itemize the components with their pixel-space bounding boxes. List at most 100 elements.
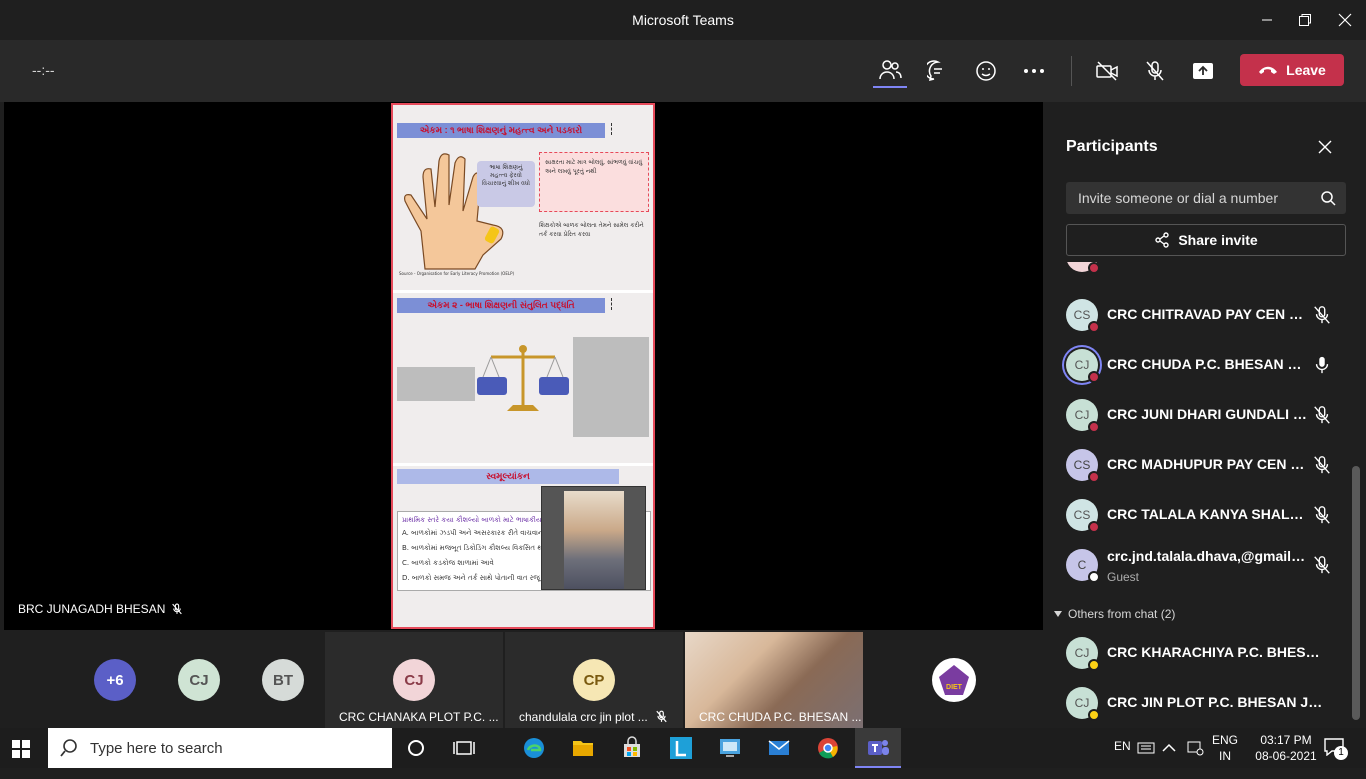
participant-row[interactable]: C crc.jnd.talala.dhava,@gmail.c... Guest	[1046, 540, 1356, 590]
maximize-button[interactable]	[1291, 8, 1319, 32]
teams-icon	[868, 740, 889, 755]
participant-name: CRC TALALA KANYA SHALA T...	[1107, 506, 1307, 522]
reactions-button[interactable]	[969, 54, 1003, 88]
slide-body-text: શિક્ષકોએ બાળક બોલતા તેમને સામેલ કરીને તર…	[539, 222, 644, 238]
mic-off-icon	[1314, 506, 1330, 524]
status-dot	[1088, 321, 1100, 333]
store-icon[interactable]	[620, 736, 644, 760]
meet-now-icon[interactable]	[1186, 739, 1204, 757]
avatar-initials: CS	[1073, 308, 1091, 322]
avatar-initials: CS	[1073, 458, 1091, 472]
mic-off-icon	[1314, 306, 1330, 324]
avatar: CJ	[1066, 687, 1100, 721]
shared-content-stage: એકમ : ૧ ભાષા શિક્ષણનું મહત્ત્વ અને પડકાર…	[4, 102, 1043, 630]
task-view-icon[interactable]	[452, 736, 476, 760]
overflow-participants-button[interactable]: +6	[94, 659, 136, 701]
teams-taskbar-button[interactable]	[855, 728, 901, 768]
participant-row[interactable]: CJ CRC JUNI DHARI GUNDALI P...	[1046, 390, 1356, 440]
mic-toggle-button[interactable]	[1138, 54, 1172, 88]
gallery-tile[interactable]: CJ CRC CHANAKA PLOT P.C. ...	[325, 632, 503, 728]
close-panel-button[interactable]	[1318, 140, 1340, 162]
toolbar-divider	[1071, 56, 1072, 86]
section1-title: એકમ : ૧ ભાષા શિક્ષણનું મહત્ત્વ અને પડકાર…	[397, 123, 605, 138]
raise-hand-icon	[976, 61, 996, 81]
start-button[interactable]	[12, 740, 30, 758]
diet-logo: DIET	[932, 658, 976, 702]
participant-row[interactable]: CJ CRC JIN PLOT P.C. BHESAN JUNA...	[1046, 678, 1356, 728]
invite-field[interactable]	[1066, 182, 1346, 214]
edge-icon[interactable]	[522, 736, 546, 760]
tile-name: chandulala crc jin plot ...	[519, 710, 648, 724]
participant-name: CRC MADHUPUR PAY CEN SH...	[1107, 456, 1307, 472]
search-icon	[1321, 191, 1336, 206]
slide-bubble: ભાષા શિક્ષણનું મહત્ત્વ ફેરવો વિચારવાનું …	[477, 161, 535, 207]
keyboard-icon[interactable]	[1137, 739, 1155, 757]
close-window-button[interactable]	[1331, 8, 1359, 32]
mic-off-icon	[656, 710, 667, 723]
invite-input[interactable]	[1066, 182, 1316, 214]
participant-name: CRC JUNI DHARI GUNDALI P...	[1107, 406, 1307, 422]
participants-panel: Participants Share invite CS CRC CHITRAV…	[1046, 102, 1366, 728]
camera-toggle-button[interactable]	[1090, 54, 1124, 88]
avatar: CJ	[1066, 349, 1100, 383]
gallery-avatar[interactable]: BT	[262, 659, 304, 701]
remote-desktop-icon[interactable]	[718, 736, 742, 760]
mic-off-icon	[1146, 61, 1164, 81]
presenter-video-pip	[541, 486, 646, 590]
chat-icon	[927, 60, 942, 82]
status-dot	[1088, 571, 1100, 583]
title-bar: Microsoft Teams	[0, 0, 1366, 40]
participant-row[interactable]: CS CRC MADHUPUR PAY CEN SH...	[1046, 440, 1356, 490]
minimize-button[interactable]	[1253, 8, 1281, 32]
avatar-initials: CJ	[1074, 696, 1090, 710]
shared-slide: એકમ : ૧ ભાષા શિક્ષણનું મહત્ત્વ અને પડકાર…	[391, 103, 655, 629]
lens-app-icon[interactable]	[669, 736, 693, 760]
chevron-down-icon	[1054, 611, 1062, 617]
participant-row[interactable]: CJ CRC KHARACHIYA P.C. BHESAN J...	[1046, 628, 1356, 678]
file-explorer-icon[interactable]	[571, 736, 595, 760]
status-dot	[1088, 371, 1100, 383]
tile-name: CRC CHANAKA PLOT P.C. ...	[339, 710, 499, 724]
meeting-timer: --:--	[32, 62, 55, 78]
participant-row[interactable]: CJ CRC CHUDA P.C. BHESAN JU...	[1046, 340, 1356, 390]
clock-time: 03:17 PM	[1260, 733, 1312, 747]
avatar: CS	[1066, 449, 1100, 483]
share-invite-button[interactable]: Share invite	[1066, 224, 1346, 256]
leave-button[interactable]: Leave	[1240, 54, 1344, 86]
participant-row[interactable]: CS CRC CHITRAVAD PAY CEN SH...	[1046, 290, 1356, 340]
chat-button[interactable]	[921, 54, 955, 88]
share-invite-label: Share invite	[1178, 232, 1258, 248]
cortana-icon[interactable]	[404, 736, 428, 760]
mail-icon[interactable]	[767, 736, 791, 760]
participant-name: CRC CHUDA P.C. BHESAN JU...	[1107, 356, 1307, 372]
share-screen-button[interactable]	[1186, 54, 1220, 88]
slide-quote-text: સાક્ષરતા માટે માત્ર બોલવું, સાંભળવું વાં…	[545, 159, 643, 175]
avatar-initials: CJ	[1074, 408, 1090, 422]
mic-off-icon	[1314, 456, 1330, 474]
participant-name: crc.jnd.talala.dhava,@gmail.c...	[1107, 548, 1307, 564]
leave-label: Leave	[1286, 62, 1326, 78]
language-indicator[interactable]: EN	[1114, 739, 1131, 779]
more-actions-button[interactable]	[1017, 54, 1051, 88]
gallery-tile[interactable]: CP chandulala crc jin plot ...	[505, 632, 683, 728]
input-language[interactable]: ENG IN	[1212, 732, 1238, 772]
taskbar-search[interactable]: Type here to search	[48, 728, 392, 768]
group-label: Others from chat (2)	[1068, 607, 1176, 621]
section3-title: સ્વમૂલ્યાંકન	[397, 469, 619, 484]
participants-scrollbar[interactable]	[1352, 466, 1360, 720]
notification-center-button[interactable]: 1	[1324, 738, 1348, 760]
slide-right-list	[573, 337, 649, 437]
gallery-avatar[interactable]: CJ	[178, 659, 220, 701]
participants-button[interactable]	[873, 54, 907, 88]
people-icon	[879, 60, 902, 80]
chevron-up-icon[interactable]	[1161, 740, 1177, 756]
window-title: Microsoft Teams	[632, 12, 734, 28]
participant-name: CRC KHARACHIYA P.C. BHESAN J...	[1107, 644, 1327, 660]
participant-row[interactable]: CS CRC TALALA KANYA SHALA T...	[1046, 490, 1356, 540]
gallery-video-tile[interactable]: CRC CHUDA P.C. BHESAN ...	[685, 632, 863, 728]
search-icon	[60, 739, 77, 757]
others-from-chat-toggle[interactable]: Others from chat (2)	[1054, 607, 1175, 621]
clock[interactable]: 03:17 PM 08-06-2021	[1248, 732, 1324, 772]
chrome-icon[interactable]	[816, 736, 840, 760]
tile-avatar: CP	[573, 659, 615, 701]
